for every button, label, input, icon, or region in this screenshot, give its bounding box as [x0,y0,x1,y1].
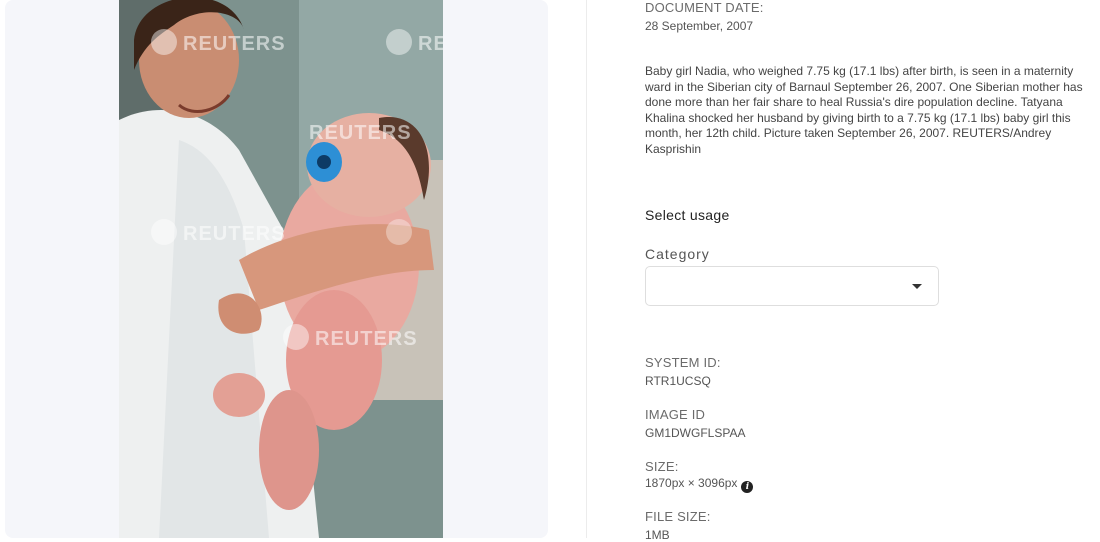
document-date-label: DOCUMENT DATE: [645,0,764,15]
file-size-label: FILE SIZE: [645,509,711,524]
panel-divider [586,0,587,538]
size-row: 1870px × 3096px i [645,476,754,493]
details-panel: DOCUMENT DATE: 28 September, 2007 Baby g… [645,0,1095,542]
svg-text:REUTERS: REUTERS [309,122,412,144]
image-id-value: GM1DWGFLSPAA [645,426,746,440]
svg-text:REUTERS: REUTERS [183,33,286,55]
size-label: SIZE: [645,459,679,474]
category-label: Category [645,246,710,262]
select-usage-heading: Select usage [645,207,730,223]
image-caption: Baby girl Nadia, who weighed 7.75 kg (17… [645,64,1083,156]
system-id-label: SYSTEM ID: [645,355,721,370]
document-date-value: 28 September, 2007 [645,19,754,33]
svg-text:REUTERS: REUTERS [183,223,286,245]
category-select[interactable] [645,266,939,306]
preview-photo[interactable]: REUTERS REUTERS REUTERS REUTERS REUTERS [119,0,443,538]
svg-text:REUTERS: REUTERS [418,33,443,55]
photo-illustration: REUTERS REUTERS REUTERS REUTERS REUTERS [119,0,443,538]
size-value: 1870px × 3096px [645,476,738,490]
system-id-value: RTR1UCSQ [645,374,711,388]
image-id-label: IMAGE ID [645,407,706,422]
caret-down-icon [912,284,922,289]
svg-text:REUTERS: REUTERS [315,328,418,350]
info-icon[interactable]: i [741,481,754,493]
image-preview-panel: REUTERS REUTERS REUTERS REUTERS REUTERS [5,0,548,538]
file-size-value: 1MB [645,528,670,542]
